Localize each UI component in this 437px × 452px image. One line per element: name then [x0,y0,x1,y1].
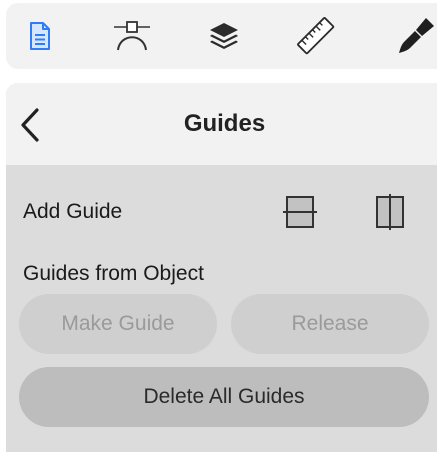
add-guide-label: Add Guide [23,200,123,223]
brush-tool-button[interactable] [386,3,437,69]
release-button[interactable]: Release [231,294,429,354]
document-tool-button[interactable] [10,3,70,69]
layers-icon [210,23,238,49]
brush-icon [399,18,434,53]
back-button[interactable] [20,103,60,147]
document-icon [30,22,50,50]
tool-bar [6,3,437,69]
vertical-guide-icon [376,194,404,230]
panel-title: Guides [183,110,266,137]
add-horizontal-guide-button[interactable] [278,190,322,234]
node-tool-button[interactable] [102,3,162,69]
ruler-icon [297,17,335,55]
add-vertical-guide-button[interactable] [368,190,412,234]
bezier-node-icon [114,21,150,51]
make-guide-button[interactable]: Make Guide [19,294,217,354]
guides-panel: Guides Add Guide Guides from Object Make… [6,83,437,452]
chevron-left-icon [21,108,39,142]
layers-tool-button[interactable] [194,3,254,69]
horizontal-guide-icon [283,196,317,228]
delete-all-guides-button[interactable]: Delete All Guides [19,367,429,427]
guides-from-object-label: Guides from Object [23,262,204,285]
panel-header: Guides [6,83,437,165]
ruler-tool-button[interactable] [286,3,346,69]
